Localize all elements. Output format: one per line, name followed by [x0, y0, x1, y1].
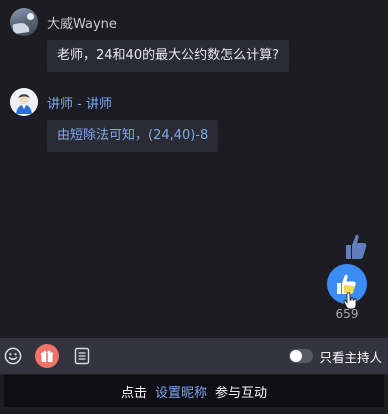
set-nickname-link[interactable]: 设置昵称 — [155, 382, 207, 401]
cta-prefix: 点击 — [120, 385, 147, 401]
emoji-icon[interactable] — [4, 347, 22, 365]
floating-thumb-icon — [346, 234, 367, 259]
like-count: 659 — [335, 307, 359, 321]
gift-icon[interactable] — [35, 344, 59, 368]
host-only-toggle[interactable]: 只看主持人 — [289, 338, 382, 374]
message-header-teacher: 讲师 - 讲师 — [10, 88, 112, 116]
cta-suffix: 参与互动 — [215, 385, 268, 401]
message-bubble: 老师，24和40的最大公约数怎么计算? — [47, 40, 289, 72]
avatar — [10, 8, 38, 36]
like-widget: 659 — [324, 225, 374, 321]
chat-area: 大威Wayne 老师，24和40的最大公约数怎么计算? 讲师 - 讲师 由短除法… — [0, 0, 388, 338]
notes-icon[interactable] — [74, 347, 90, 365]
host-only-label: 只看主持人 — [319, 349, 382, 365]
set-nickname-bar[interactable]: 点击 设置昵称 参与互动 — [4, 375, 384, 407]
sender-name: 大威Wayne — [47, 16, 117, 32]
host-only-switch[interactable] — [289, 349, 314, 363]
teacher-message-bubble: 由短除法可知，(24,40)-8 — [47, 120, 219, 152]
switch-knob — [290, 350, 303, 362]
teacher-avatar — [10, 88, 38, 116]
message-header-user: 大威Wayne — [10, 8, 117, 36]
sender-name-teacher: 讲师 - 讲师 — [47, 96, 112, 112]
toolbar: 只看主持人 — [0, 338, 388, 374]
